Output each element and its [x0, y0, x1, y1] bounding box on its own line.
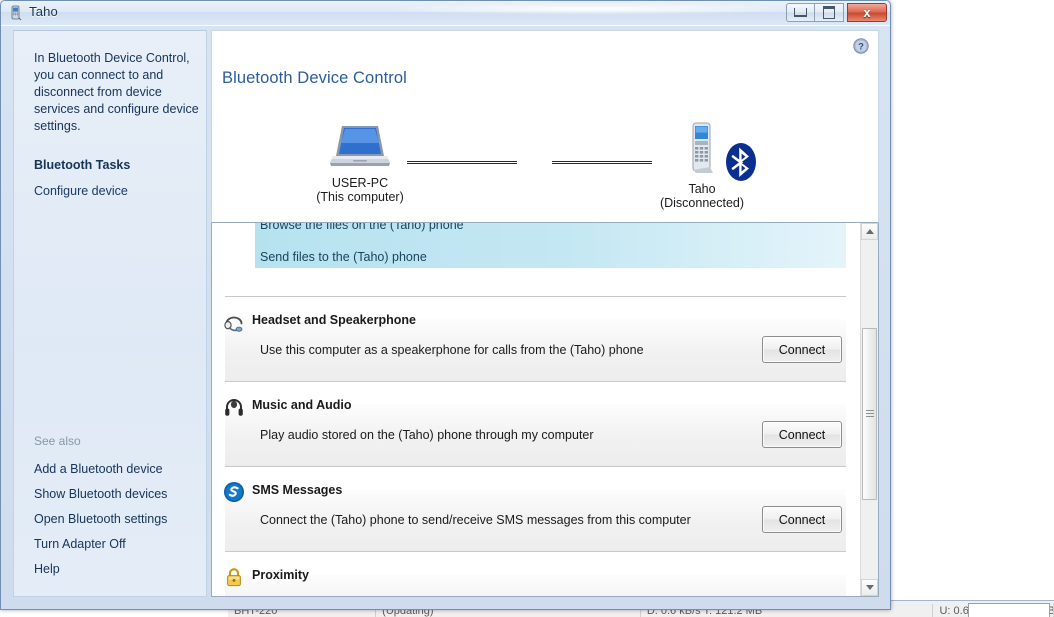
skype-sms-icon	[223, 481, 245, 503]
remote-device-name: Taho	[688, 182, 716, 196]
chevron-down-icon	[865, 585, 874, 590]
sidebar-item-help[interactable]: Help	[34, 562, 204, 576]
close-icon: x	[863, 5, 871, 20]
window-controls: minimize maximize x	[786, 3, 887, 22]
svg-text:?: ?	[858, 42, 864, 53]
device-diagram-panel: ? Bluetooth Device Control USER-PC (This…	[211, 30, 879, 223]
title-bar: Taho minimize maximize x	[1, 1, 890, 26]
browse-files-link[interactable]: Browse the files on the (Taho) phone	[260, 223, 464, 232]
divider	[225, 466, 846, 467]
sidebar-intro-text: In Bluetooth Device Control, you can con…	[34, 51, 199, 133]
chevron-up-icon	[865, 229, 874, 234]
connect-button-headset[interactable]: Connect	[762, 336, 842, 363]
service-row-proximity: Proximity Use the (Taho) as a proximity …	[212, 560, 860, 596]
remote-device-node[interactable]: Taho (Disconnected)	[627, 121, 777, 210]
sidebar-item-add-bluetooth-device[interactable]: Add a Bluetooth device	[34, 462, 204, 476]
sidebar-item-show-bluetooth-devices[interactable]: Show Bluetooth devices	[34, 487, 204, 501]
sidebar-tasks-heading: Bluetooth Tasks	[34, 158, 131, 172]
service-title: Headset and Speakerphone	[252, 313, 416, 327]
connect-button-sms[interactable]: Connect	[762, 506, 842, 533]
services-list-viewport: Browse the files on the (Taho) phone Sen…	[212, 223, 860, 596]
padlock-icon	[223, 566, 245, 588]
vertical-scrollbar[interactable]: scroll-up scroll-down	[860, 223, 878, 596]
divider	[225, 296, 846, 297]
services-list: Browse the files on the (Taho) phone Sen…	[211, 223, 879, 597]
minimize-icon	[794, 8, 807, 17]
window-title: Taho	[29, 4, 58, 19]
page-title: Bluetooth Device Control	[222, 69, 407, 87]
service-row-background	[225, 574, 846, 596]
service-description: Connect the (Taho) phone to send/receive…	[260, 513, 691, 527]
maximize-button[interactable]: maximize	[815, 3, 844, 22]
sidebar-see-also-list: Add a Bluetooth device Show Bluetooth de…	[34, 462, 204, 584]
sidebar-item-configure-device[interactable]: Configure device	[34, 184, 128, 198]
service-title: Proximity	[252, 568, 309, 582]
scroll-down-button[interactable]: scroll-down	[861, 579, 878, 596]
divider	[225, 381, 846, 382]
sidebar-see-also-label: See also	[34, 434, 81, 448]
sidebar-item-turn-adapter-off[interactable]: Turn Adapter Off	[34, 537, 204, 551]
connect-button-music[interactable]: Connect	[762, 421, 842, 448]
screen: BHT-220 (Updating) D: 0.6 kB/s T: 121.2 …	[0, 0, 1054, 617]
maximize-icon	[823, 6, 835, 19]
service-title: SMS Messages	[252, 483, 343, 497]
local-device-status: (This computer)	[316, 190, 404, 204]
connection-line-left	[407, 161, 517, 165]
background-button-placeholder	[968, 603, 1050, 617]
service-row-music: Music and Audio Play audio stored on the…	[212, 390, 860, 475]
laptop-icon	[329, 126, 391, 173]
scrollbar-thumb[interactable]	[862, 328, 877, 500]
divider	[225, 551, 846, 552]
content-area: ? Bluetooth Device Control USER-PC (This…	[211, 30, 879, 597]
connection-diagram: USER-PC (This computer) Taho (Disconnect…	[212, 121, 878, 223]
scroll-up-button[interactable]: scroll-up	[861, 223, 878, 240]
headphones-icon	[223, 396, 245, 418]
mobile-phone-icon	[685, 122, 719, 179]
task-pane-sidebar: In Bluetooth Device Control, you can con…	[13, 30, 207, 597]
remote-device-status: (Disconnected)	[659, 196, 745, 210]
phone-icon	[8, 5, 24, 21]
service-description: Use this computer as a speakerphone for …	[260, 343, 644, 357]
sidebar-item-open-bluetooth-settings[interactable]: Open Bluetooth settings	[34, 512, 204, 526]
service-description: Play audio stored on the (Taho) phone th…	[260, 428, 594, 442]
service-row-headset: Headset and Speakerphone Use this comput…	[212, 305, 860, 390]
title-bar-glow	[381, 3, 801, 15]
send-files-link[interactable]: Send files to the (Taho) phone	[260, 250, 427, 264]
scrollbar-grip-icon	[866, 410, 874, 418]
service-row-sms: SMS Messages Connect the (Taho) phone to…	[212, 475, 860, 560]
bluetooth-device-control-window: Taho minimize maximize x In Bluetooth De…	[0, 0, 891, 610]
help-question-icon[interactable]: ?	[853, 38, 869, 54]
minimize-button[interactable]: minimize	[786, 3, 815, 22]
close-button[interactable]: x	[847, 3, 887, 22]
service-title: Music and Audio	[252, 398, 352, 412]
headset-icon	[223, 311, 245, 333]
local-device-name: USER-PC	[331, 176, 389, 190]
